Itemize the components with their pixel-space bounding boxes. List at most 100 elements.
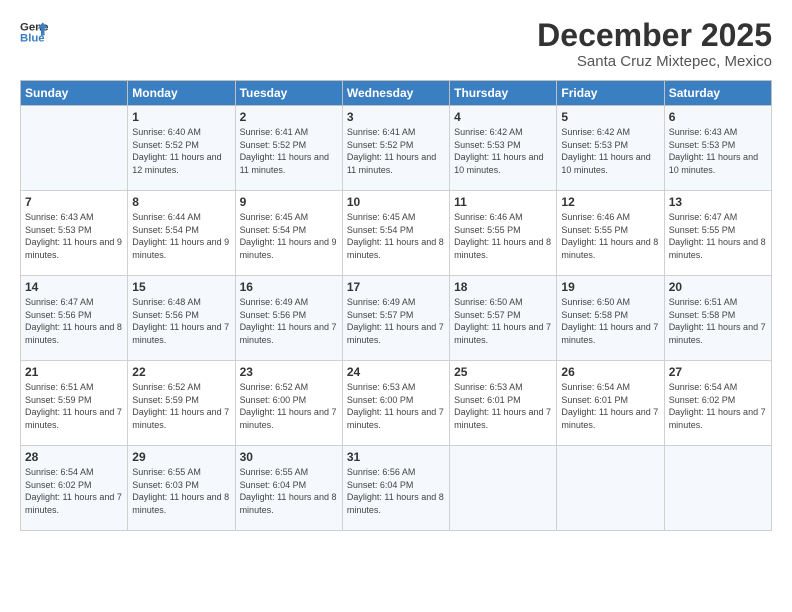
day-number: 23 (240, 365, 338, 379)
day-number: 21 (25, 365, 123, 379)
day-info: Sunrise: 6:47 AMSunset: 5:56 PMDaylight:… (25, 296, 123, 346)
col-wednesday: Wednesday (342, 81, 449, 106)
day-number: 20 (669, 280, 767, 294)
location-title: Santa Cruz Mixtepec, Mexico (537, 53, 772, 70)
col-sunday: Sunday (21, 81, 128, 106)
calendar-cell: 5 Sunrise: 6:42 AMSunset: 5:53 PMDaylight… (557, 106, 664, 191)
day-number: 16 (240, 280, 338, 294)
day-number: 1 (132, 110, 230, 124)
calendar-cell: 4 Sunrise: 6:42 AMSunset: 5:53 PMDaylight… (450, 106, 557, 191)
day-number: 2 (240, 110, 338, 124)
calendar-cell: 23Sunrise: 6:52 AMSunset: 6:00 PMDayligh… (235, 361, 342, 446)
day-info: Sunrise: 6:49 AMSunset: 5:56 PMDaylight:… (240, 296, 338, 346)
title-block: December 2025 Santa Cruz Mixtepec, Mexic… (537, 18, 772, 70)
day-info: Sunrise: 6:47 AMSunset: 5:55 PMDaylight:… (669, 211, 767, 261)
calendar-cell: 2 Sunrise: 6:41 AMSunset: 5:52 PMDaylight… (235, 106, 342, 191)
calendar-week-2: 7 Sunrise: 6:43 AMSunset: 5:53 PMDaylight… (21, 191, 772, 276)
day-info: Sunrise: 6:51 AMSunset: 5:58 PMDaylight:… (669, 296, 767, 346)
calendar-cell: 8Sunrise: 6:44 AMSunset: 5:54 PMDaylight… (128, 191, 235, 276)
day-number: 9 (240, 195, 338, 209)
day-number: 14 (25, 280, 123, 294)
calendar-cell: 30 Sunrise: 6:55 AMSunset: 6:04 PMDayligh… (235, 446, 342, 531)
day-number: 30 (240, 450, 338, 464)
calendar-cell: 29Sunrise: 6:55 AMSunset: 6:03 PMDayligh… (128, 446, 235, 531)
day-info: Sunrise: 6:50 AMSunset: 5:58 PMDaylight:… (561, 296, 659, 346)
svg-text:Blue: Blue (20, 33, 45, 45)
day-number: 24 (347, 365, 445, 379)
day-number: 5 (561, 110, 659, 124)
calendar-cell: 1 Sunrise: 6:40 AMSunset: 5:52 PMDaylight… (128, 106, 235, 191)
col-tuesday: Tuesday (235, 81, 342, 106)
day-info: Sunrise: 6:51 AMSunset: 5:59 PMDaylight:… (25, 381, 123, 431)
day-info: Sunrise: 6:46 AMSunset: 5:55 PMDaylight:… (561, 211, 659, 261)
day-info: Sunrise: 6:40 AMSunset: 5:52 PMDaylight:… (132, 126, 230, 176)
day-info: Sunrise: 6:45 AMSunset: 5:54 PMDaylight:… (240, 211, 338, 261)
day-number: 12 (561, 195, 659, 209)
day-number: 7 (25, 195, 123, 209)
day-info: Sunrise: 6:42 AMSunset: 5:53 PMDaylight:… (454, 126, 552, 176)
day-info: Sunrise: 6:54 AMSunset: 6:02 PMDaylight:… (25, 466, 123, 516)
calendar-table: Sunday Monday Tuesday Wednesday Thursday… (20, 80, 772, 531)
day-number: 31 (347, 450, 445, 464)
day-number: 25 (454, 365, 552, 379)
day-number: 29 (132, 450, 230, 464)
day-info: Sunrise: 6:55 AMSunset: 6:04 PMDaylight:… (240, 466, 338, 516)
col-friday: Friday (557, 81, 664, 106)
day-number: 6 (669, 110, 767, 124)
calendar-week-1: 1 Sunrise: 6:40 AMSunset: 5:52 PMDaylight… (21, 106, 772, 191)
day-info: Sunrise: 6:44 AMSunset: 5:54 PMDaylight:… (132, 211, 230, 261)
calendar-cell: 14 Sunrise: 6:47 AMSunset: 5:56 PMDayligh… (21, 276, 128, 361)
day-info: Sunrise: 6:43 AMSunset: 5:53 PMDaylight:… (669, 126, 767, 176)
calendar-cell: 17 Sunrise: 6:49 AMSunset: 5:57 PMDayligh… (342, 276, 449, 361)
calendar-cell: 18 Sunrise: 6:50 AMSunset: 5:57 PMDayligh… (450, 276, 557, 361)
day-info: Sunrise: 6:52 AMSunset: 5:59 PMDaylight:… (132, 381, 230, 431)
day-info: Sunrise: 6:41 AMSunset: 5:52 PMDaylight:… (347, 126, 445, 176)
day-info: Sunrise: 6:45 AMSunset: 5:54 PMDaylight:… (347, 211, 445, 261)
day-info: Sunrise: 6:42 AMSunset: 5:53 PMDaylight:… (561, 126, 659, 176)
calendar-cell: 25Sunrise: 6:53 AMSunset: 6:01 PMDayligh… (450, 361, 557, 446)
calendar-cell: 21 Sunrise: 6:51 AMSunset: 5:59 PMDayligh… (21, 361, 128, 446)
day-number: 4 (454, 110, 552, 124)
calendar-cell: 10Sunrise: 6:45 AMSunset: 5:54 PMDayligh… (342, 191, 449, 276)
calendar-cell: 19 Sunrise: 6:50 AMSunset: 5:58 PMDayligh… (557, 276, 664, 361)
calendar-cell: 11 Sunrise: 6:46 AMSunset: 5:55 PMDayligh… (450, 191, 557, 276)
calendar-week-3: 14 Sunrise: 6:47 AMSunset: 5:56 PMDayligh… (21, 276, 772, 361)
calendar-week-5: 28 Sunrise: 6:54 AMSunset: 6:02 PMDayligh… (21, 446, 772, 531)
calendar-cell (21, 106, 128, 191)
day-info: Sunrise: 6:54 AMSunset: 6:01 PMDaylight:… (561, 381, 659, 431)
calendar-cell: 20 Sunrise: 6:51 AMSunset: 5:58 PMDayligh… (664, 276, 771, 361)
calendar-cell: 31Sunrise: 6:56 AMSunset: 6:04 PMDayligh… (342, 446, 449, 531)
day-number: 26 (561, 365, 659, 379)
calendar-cell: 27 Sunrise: 6:54 AMSunset: 6:02 PMDayligh… (664, 361, 771, 446)
calendar-cell: 6 Sunrise: 6:43 AMSunset: 5:53 PMDaylight… (664, 106, 771, 191)
col-thursday: Thursday (450, 81, 557, 106)
day-number: 11 (454, 195, 552, 209)
day-number: 28 (25, 450, 123, 464)
calendar-cell: 12 Sunrise: 6:46 AMSunset: 5:55 PMDayligh… (557, 191, 664, 276)
day-number: 22 (132, 365, 230, 379)
logo-icon: GeneralBlue (20, 18, 48, 46)
day-info: Sunrise: 6:46 AMSunset: 5:55 PMDaylight:… (454, 211, 552, 261)
calendar-cell: 3Sunrise: 6:41 AMSunset: 5:52 PMDaylight… (342, 106, 449, 191)
day-info: Sunrise: 6:54 AMSunset: 6:02 PMDaylight:… (669, 381, 767, 431)
col-saturday: Saturday (664, 81, 771, 106)
calendar-cell: 26 Sunrise: 6:54 AMSunset: 6:01 PMDayligh… (557, 361, 664, 446)
day-number: 15 (132, 280, 230, 294)
day-number: 19 (561, 280, 659, 294)
calendar-cell: 9 Sunrise: 6:45 AMSunset: 5:54 PMDaylight… (235, 191, 342, 276)
calendar-cell: 28 Sunrise: 6:54 AMSunset: 6:02 PMDayligh… (21, 446, 128, 531)
day-number: 18 (454, 280, 552, 294)
day-info: Sunrise: 6:41 AMSunset: 5:52 PMDaylight:… (240, 126, 338, 176)
day-info: Sunrise: 6:53 AMSunset: 6:00 PMDaylight:… (347, 381, 445, 431)
day-info: Sunrise: 6:49 AMSunset: 5:57 PMDaylight:… (347, 296, 445, 346)
day-info: Sunrise: 6:43 AMSunset: 5:53 PMDaylight:… (25, 211, 123, 261)
day-info: Sunrise: 6:50 AMSunset: 5:57 PMDaylight:… (454, 296, 552, 346)
month-title: December 2025 (537, 18, 772, 53)
day-number: 13 (669, 195, 767, 209)
day-number: 27 (669, 365, 767, 379)
calendar-cell (557, 446, 664, 531)
day-number: 17 (347, 280, 445, 294)
calendar-cell: 22 Sunrise: 6:52 AMSunset: 5:59 PMDayligh… (128, 361, 235, 446)
calendar-cell (664, 446, 771, 531)
day-info: Sunrise: 6:48 AMSunset: 5:56 PMDaylight:… (132, 296, 230, 346)
